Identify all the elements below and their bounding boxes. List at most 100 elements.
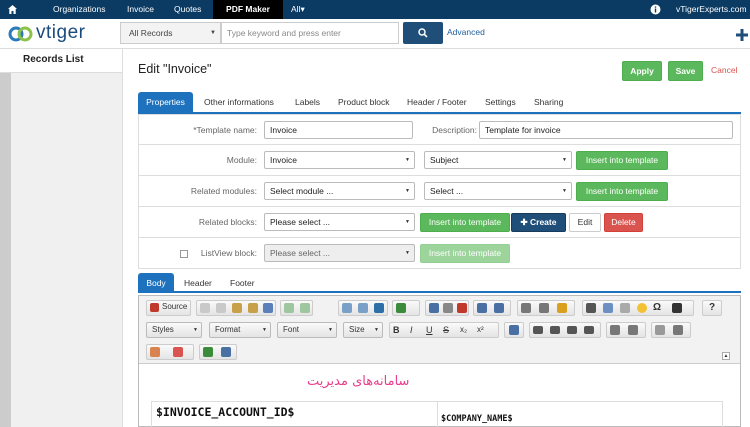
paste-word-icon[interactable] <box>263 303 273 313</box>
home-icon[interactable] <box>7 0 19 19</box>
styles-combo[interactable]: Styles <box>146 322 202 338</box>
sidebar-toggle-strip[interactable] <box>0 73 11 427</box>
save-button[interactable]: Save <box>668 61 703 81</box>
underline-icon[interactable]: U <box>426 325 436 335</box>
related-blocks-select[interactable]: Please select ... <box>264 213 415 231</box>
insert-into-template-button[interactable]: Insert into template <box>576 151 668 170</box>
brand-site-link[interactable]: vTigerExperts.com <box>676 0 747 19</box>
nav-quotes[interactable]: Quotes <box>174 0 201 19</box>
nav-pdf-maker[interactable]: PDF Maker <box>213 0 283 19</box>
tab-sharing[interactable]: Sharing <box>534 92 563 112</box>
insert-related-button[interactable]: Insert into template <box>576 182 668 201</box>
advanced-search-link[interactable]: Advanced <box>447 27 485 37</box>
align-left-icon[interactable] <box>533 326 543 334</box>
bold-icon[interactable]: B <box>393 325 403 335</box>
delete-block-button[interactable]: Delete <box>604 213 643 232</box>
rtl-icon[interactable] <box>494 303 504 313</box>
search-button[interactable] <box>403 22 443 44</box>
tab-header-footer[interactable]: Header / Footer <box>407 92 467 112</box>
records-list-title[interactable]: Records List <box>0 49 122 73</box>
superscript-icon[interactable]: x² <box>477 325 487 335</box>
background-color-icon[interactable] <box>173 347 183 357</box>
ltr-icon[interactable] <box>477 303 487 313</box>
maximize-icon[interactable] <box>203 347 213 357</box>
smiley-icon[interactable] <box>637 303 647 313</box>
text-color-icon[interactable] <box>150 347 160 357</box>
edit-block-button[interactable]: Edit <box>569 213 601 232</box>
tab-product-block[interactable]: Product block <box>338 92 390 112</box>
listview-checkbox[interactable] <box>180 250 188 258</box>
font-combo[interactable]: Font <box>277 322 337 338</box>
search-input[interactable]: Type keyword and press enter <box>221 22 399 44</box>
invoice-account-id-placeholder: $INVOICE_ACCOUNT_ID$ <box>156 405 295 419</box>
related-blocks-label: Related blocks: <box>198 217 257 227</box>
size-combo[interactable]: Size <box>343 322 383 338</box>
template-name-input[interactable]: Invoice <box>264 121 413 139</box>
related-field-select[interactable]: Select ... <box>424 182 572 200</box>
undo-icon[interactable] <box>284 303 294 313</box>
cut-icon[interactable] <box>200 303 210 313</box>
cancel-link[interactable]: Cancel <box>711 65 737 75</box>
source-button[interactable]: Source <box>146 300 191 316</box>
editor-content[interactable]: سامانه‌های مدیریت $INVOICE_ACCOUNT_ID$ $… <box>139 364 740 427</box>
spellcheck-button[interactable] <box>392 300 420 316</box>
insert-listview-button[interactable]: Insert into template <box>420 244 510 263</box>
numbered-list-icon[interactable] <box>610 325 620 335</box>
collapse-toolbar-icon[interactable]: ▲ <box>722 352 730 360</box>
page-break-icon[interactable] <box>672 303 682 313</box>
tab-settings[interactable]: Settings <box>485 92 516 112</box>
blockquote-icon[interactable] <box>443 303 453 313</box>
apply-button[interactable]: Apply <box>622 61 662 81</box>
anchor-icon[interactable] <box>557 303 567 313</box>
align-center-icon[interactable] <box>550 326 560 334</box>
help-button[interactable]: ? <box>702 300 722 316</box>
find-icon[interactable] <box>342 303 352 313</box>
remove-format-button[interactable] <box>504 322 524 338</box>
align-right-icon[interactable] <box>567 326 577 334</box>
subtab-header[interactable]: Header <box>184 273 212 293</box>
info-icon[interactable] <box>650 0 661 19</box>
image-icon[interactable] <box>586 303 596 313</box>
unlink-icon[interactable] <box>539 303 549 313</box>
format-combo[interactable]: Format <box>209 322 271 338</box>
nav-invoice[interactable]: Invoice <box>127 0 154 19</box>
redo-icon[interactable] <box>300 303 310 313</box>
link-icon[interactable] <box>521 303 531 313</box>
show-blocks-icon[interactable] <box>221 347 231 357</box>
subtab-footer[interactable]: Footer <box>230 273 255 293</box>
nav-organizations[interactable]: Organizations <box>53 0 105 19</box>
related-modules-select[interactable]: Select module ... <box>264 182 415 200</box>
horizontal-rule-icon[interactable] <box>620 303 630 313</box>
numbered-block-icon[interactable] <box>429 303 439 313</box>
paste-text-icon[interactable] <box>248 303 258 313</box>
special-char-icon[interactable]: Ω <box>653 303 663 313</box>
nav-all-menu[interactable]: All▾ <box>291 0 305 19</box>
module-field-select[interactable]: Subject <box>424 151 572 169</box>
replace-icon[interactable] <box>358 303 368 313</box>
insert-group: Ω <box>582 300 694 316</box>
bulleted-list-icon[interactable] <box>628 325 638 335</box>
insert-related-block-button[interactable]: Insert into template <box>420 213 510 232</box>
subscript-icon[interactable]: x₂ <box>460 325 470 335</box>
module-select[interactable]: Invoice <box>264 151 415 169</box>
tab-properties[interactable]: Properties <box>138 92 193 112</box>
outdent-icon[interactable] <box>655 325 665 335</box>
justify-icon[interactable] <box>584 326 594 334</box>
subtab-body[interactable]: Body <box>138 273 174 293</box>
italic-icon[interactable]: I <box>410 325 420 335</box>
select-all-icon[interactable] <box>374 303 384 313</box>
copy-icon[interactable] <box>216 303 226 313</box>
records-filter-select[interactable]: All Records ▼ <box>120 22 221 44</box>
div-icon[interactable] <box>457 303 467 313</box>
tab-labels[interactable]: Labels <box>295 92 320 112</box>
strikethrough-icon[interactable]: S <box>443 325 453 335</box>
description-input[interactable]: Template for invoice <box>479 121 733 139</box>
editor-subtabs: Body Header Footer <box>138 273 741 293</box>
table-icon[interactable] <box>603 303 613 313</box>
paste-icon[interactable] <box>232 303 242 313</box>
add-plus-icon[interactable] <box>736 29 748 41</box>
listview-block-select[interactable]: Please select ... <box>264 244 415 262</box>
create-block-button[interactable]: ✚ Create <box>511 213 566 232</box>
tab-other-informations[interactable]: Other informations <box>204 92 274 112</box>
indent-icon[interactable] <box>673 325 683 335</box>
